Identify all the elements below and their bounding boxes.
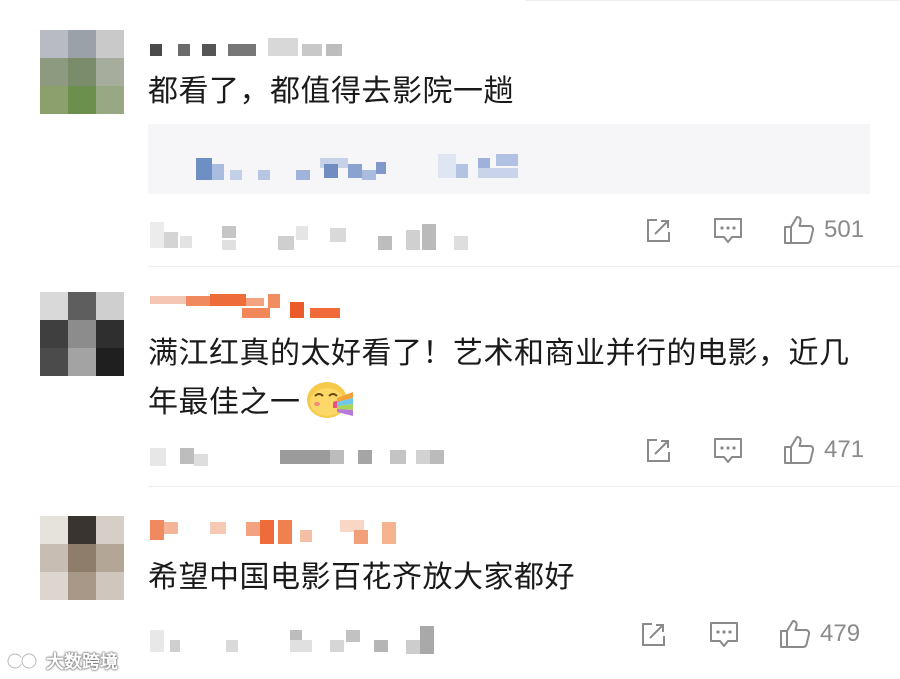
comment-button[interactable] xyxy=(712,436,744,466)
like-button[interactable]: 501 xyxy=(782,214,864,246)
like-icon xyxy=(782,434,816,466)
watermark: 大数跨境 xyxy=(6,648,118,674)
avatar[interactable] xyxy=(40,30,124,114)
like-count: 479 xyxy=(820,620,861,647)
reply-preview[interactable] xyxy=(148,124,870,194)
comment-meta xyxy=(150,222,490,252)
username[interactable] xyxy=(150,38,350,58)
username[interactable] xyxy=(150,294,350,320)
share-button[interactable] xyxy=(638,620,668,650)
watermark-text: 大数跨境 xyxy=(46,652,118,673)
like-button[interactable]: 471 xyxy=(782,434,864,466)
avatar[interactable] xyxy=(40,292,124,376)
comment-icon xyxy=(712,216,744,246)
comment-button[interactable] xyxy=(708,620,740,650)
comment-button[interactable] xyxy=(712,216,744,246)
comment-divider xyxy=(148,266,900,267)
comment-divider xyxy=(148,486,900,487)
like-count: 471 xyxy=(824,436,865,463)
comment-meta xyxy=(150,444,470,470)
comment-text: 满江红真的太好看了！艺术和商业并行的电影，近几年最佳之一 xyxy=(148,330,868,427)
comment-meta xyxy=(150,626,470,656)
share-button[interactable] xyxy=(643,216,673,246)
comment-body: 满江红真的太好看了！艺术和商业并行的电影，近几年最佳之一 xyxy=(148,336,850,420)
share-button[interactable] xyxy=(643,436,673,466)
share-icon xyxy=(643,436,673,466)
avatar[interactable] xyxy=(40,516,124,600)
emoji-icon xyxy=(305,378,355,422)
comment-text: 都看了，都值得去影院一趟 xyxy=(148,74,514,109)
username[interactable] xyxy=(150,516,400,546)
comment-text: 希望中国电影百花齐放大家都好 xyxy=(148,560,575,595)
top-divider xyxy=(525,0,900,1)
comment-icon xyxy=(712,436,744,466)
like-icon xyxy=(782,214,816,246)
like-icon xyxy=(778,618,812,650)
share-icon xyxy=(638,620,668,650)
like-button[interactable]: 479 xyxy=(778,618,860,650)
comment-icon xyxy=(708,620,740,650)
watermark-logo-icon xyxy=(6,650,40,672)
like-count: 501 xyxy=(824,216,865,243)
share-icon xyxy=(643,216,673,246)
